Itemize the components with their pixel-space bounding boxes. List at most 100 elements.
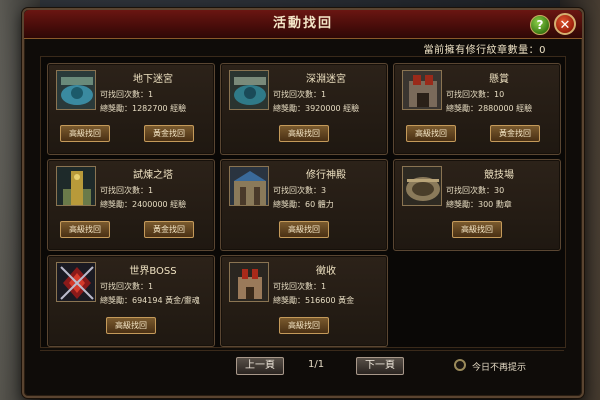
- activity-name: 試煉之塔: [133, 170, 173, 181]
- gold-recover-button[interactable]: 黃金找回: [144, 125, 194, 142]
- advanced-recover-button[interactable]: 高級找回: [279, 317, 329, 334]
- total-reward: 總獎勵：300 勳章: [446, 199, 512, 210]
- abyss-maze-thumb: [229, 70, 269, 110]
- recover-count: 可找回次數：1: [273, 89, 326, 100]
- activity-name: 徵收: [316, 266, 336, 277]
- recover-count-label: 可找回次數：: [446, 90, 494, 99]
- medal-count-label: 當前擁有修行紋章數量：: [423, 45, 540, 56]
- recover-count: 可找回次數：10: [446, 89, 504, 100]
- activity-recovery-window: 活動找回 ? ✕ 當前擁有修行紋章數量：0 地下迷宮 可找回次數：1 總獎勵：1…: [22, 8, 584, 398]
- close-button[interactable]: ✕: [554, 13, 576, 35]
- dungeon-maze-thumb: [56, 70, 96, 110]
- advanced-recover-button[interactable]: 高級找回: [60, 221, 110, 238]
- total-reward-value: 60 體力: [305, 200, 334, 209]
- medal-count: 當前擁有修行紋章數量：0: [424, 41, 546, 56]
- total-reward-label: 總獎勵：: [100, 296, 132, 305]
- activity-card-bounty: 懸賞 可找回次數：10 總獎勵：2880000 經驗 高級找回 黃金找回: [393, 63, 561, 155]
- close-icon: ✕: [559, 18, 571, 33]
- levy-thumb: [229, 262, 269, 302]
- activity-grid: 地下迷宮 可找回次數：1 總獎勵：1282700 經驗 高級找回 黃金找回 深淵…: [40, 56, 566, 348]
- total-reward-label: 總獎勵：: [273, 104, 305, 113]
- activity-name: 競技場: [484, 170, 514, 181]
- activity-card-arena: 競技場 可找回次數：30 總獎勵：300 勳章 高級找回: [393, 159, 561, 251]
- arena-thumb: [402, 166, 442, 206]
- activity-card-dungeon-maze: 地下迷宮 可找回次數：1 總獎勵：1282700 經驗 高級找回 黃金找回: [47, 63, 215, 155]
- help-button[interactable]: ?: [530, 15, 550, 35]
- dont-show-today-label: 今日不再提示: [472, 363, 527, 373]
- total-reward-value: 1282700 經驗: [132, 104, 187, 113]
- total-reward-label: 總獎勵：: [273, 296, 305, 305]
- activity-card-abyss-maze: 深淵迷宮 可找回次數：1 總獎勵：3920000 經驗 高級找回: [220, 63, 388, 155]
- activity-name: 修行神殿: [306, 170, 346, 181]
- window-title: 活動找回: [272, 16, 333, 31]
- recover-count-value: 30: [494, 186, 505, 195]
- total-reward: 總獎勵：516600 黃金: [273, 295, 354, 306]
- gold-recover-button[interactable]: 黃金找回: [144, 221, 194, 238]
- total-reward-label: 總獎勵：: [446, 200, 478, 209]
- recover-count-label: 可找回次數：: [446, 186, 494, 195]
- total-reward: 總獎勵：1282700 經驗: [100, 103, 186, 114]
- total-reward: 總獎勵：694194 黃金/靈魂: [100, 295, 200, 306]
- world-boss-thumb: [56, 262, 96, 302]
- recover-count-value: 1: [321, 282, 327, 291]
- recover-count-value: 1: [148, 186, 154, 195]
- page-indicator: 1/1: [308, 359, 325, 370]
- question-icon: ?: [536, 18, 544, 32]
- next-page-button[interactable]: 下一頁: [356, 357, 404, 375]
- total-reward-label: 總獎勵：: [446, 104, 478, 113]
- activity-card-practice-temple: 修行神殿 可找回次數：3 總獎勵：60 體力 高級找回: [220, 159, 388, 251]
- activity-name: 深淵迷宮: [306, 74, 346, 85]
- footer-divider: [40, 350, 564, 351]
- total-reward-value: 2400000 經驗: [132, 200, 187, 209]
- recover-count-label: 可找回次數：: [100, 90, 148, 99]
- advanced-recover-button[interactable]: 高級找回: [106, 317, 156, 334]
- activity-name: 世界BOSS: [129, 266, 177, 277]
- recover-count: 可找回次數：1: [100, 281, 153, 292]
- total-reward-label: 總獎勵：: [100, 200, 132, 209]
- recover-count-label: 可找回次數：: [273, 90, 321, 99]
- bounty-thumb: [402, 70, 442, 110]
- activity-card-levy: 徵收 可找回次數：1 總獎勵：516600 黃金 高級找回: [220, 255, 388, 347]
- total-reward-value: 3920000 經驗: [305, 104, 360, 113]
- recover-count-value: 1: [148, 90, 154, 99]
- recover-count-label: 可找回次數：: [273, 186, 321, 195]
- prev-page-button[interactable]: 上一頁: [236, 357, 284, 375]
- advanced-recover-button[interactable]: 高級找回: [279, 125, 329, 142]
- recover-count-value: 1: [321, 90, 327, 99]
- recover-count-label: 可找回次數：: [100, 282, 148, 291]
- advanced-recover-button[interactable]: 高級找回: [452, 221, 502, 238]
- recover-count: 可找回次數：3: [273, 185, 326, 196]
- activity-card-world-boss: 世界BOSS 可找回次數：1 總獎勵：694194 黃金/靈魂 高級找回: [47, 255, 215, 347]
- recover-count-label: 可找回次數：: [100, 186, 148, 195]
- recover-count-label: 可找回次數：: [273, 282, 321, 291]
- title-bar: 活動找回 ? ✕: [24, 10, 582, 39]
- total-reward: 總獎勵：2400000 經驗: [100, 199, 186, 210]
- recover-count: 可找回次數：1: [273, 281, 326, 292]
- activity-name: 懸賞: [489, 74, 509, 85]
- total-reward: 總獎勵：2880000 經驗: [446, 103, 532, 114]
- activity-name: 地下迷宮: [133, 74, 173, 85]
- total-reward: 總獎勵：60 體力: [273, 199, 334, 210]
- recover-count-value: 1: [148, 282, 154, 291]
- recover-count: 可找回次數：30: [446, 185, 504, 196]
- practice-temple-thumb: [229, 166, 269, 206]
- dont-show-today-checkbox[interactable]: [454, 359, 466, 371]
- recover-count-value: 3: [321, 186, 327, 195]
- recover-count-value: 10: [494, 90, 505, 99]
- total-reward-value: 2880000 經驗: [478, 104, 533, 113]
- recover-count: 可找回次數：1: [100, 89, 153, 100]
- total-reward-value: 694194 黃金/靈魂: [132, 296, 200, 305]
- total-reward-label: 總獎勵：: [100, 104, 132, 113]
- medal-count-value: 0: [539, 45, 546, 56]
- recover-count: 可找回次數：1: [100, 185, 153, 196]
- total-reward-value: 300 勳章: [478, 200, 512, 209]
- trial-tower-thumb: [56, 166, 96, 206]
- total-reward-value: 516600 黃金: [305, 296, 355, 305]
- advanced-recover-button[interactable]: 高級找回: [60, 125, 110, 142]
- total-reward-label: 總獎勵：: [273, 200, 305, 209]
- activity-card-trial-tower: 試煉之塔 可找回次數：1 總獎勵：2400000 經驗 高級找回 黃金找回: [47, 159, 215, 251]
- advanced-recover-button[interactable]: 高級找回: [279, 221, 329, 238]
- total-reward: 總獎勵：3920000 經驗: [273, 103, 359, 114]
- gold-recover-button[interactable]: 黃金找回: [490, 125, 540, 142]
- advanced-recover-button[interactable]: 高級找回: [406, 125, 456, 142]
